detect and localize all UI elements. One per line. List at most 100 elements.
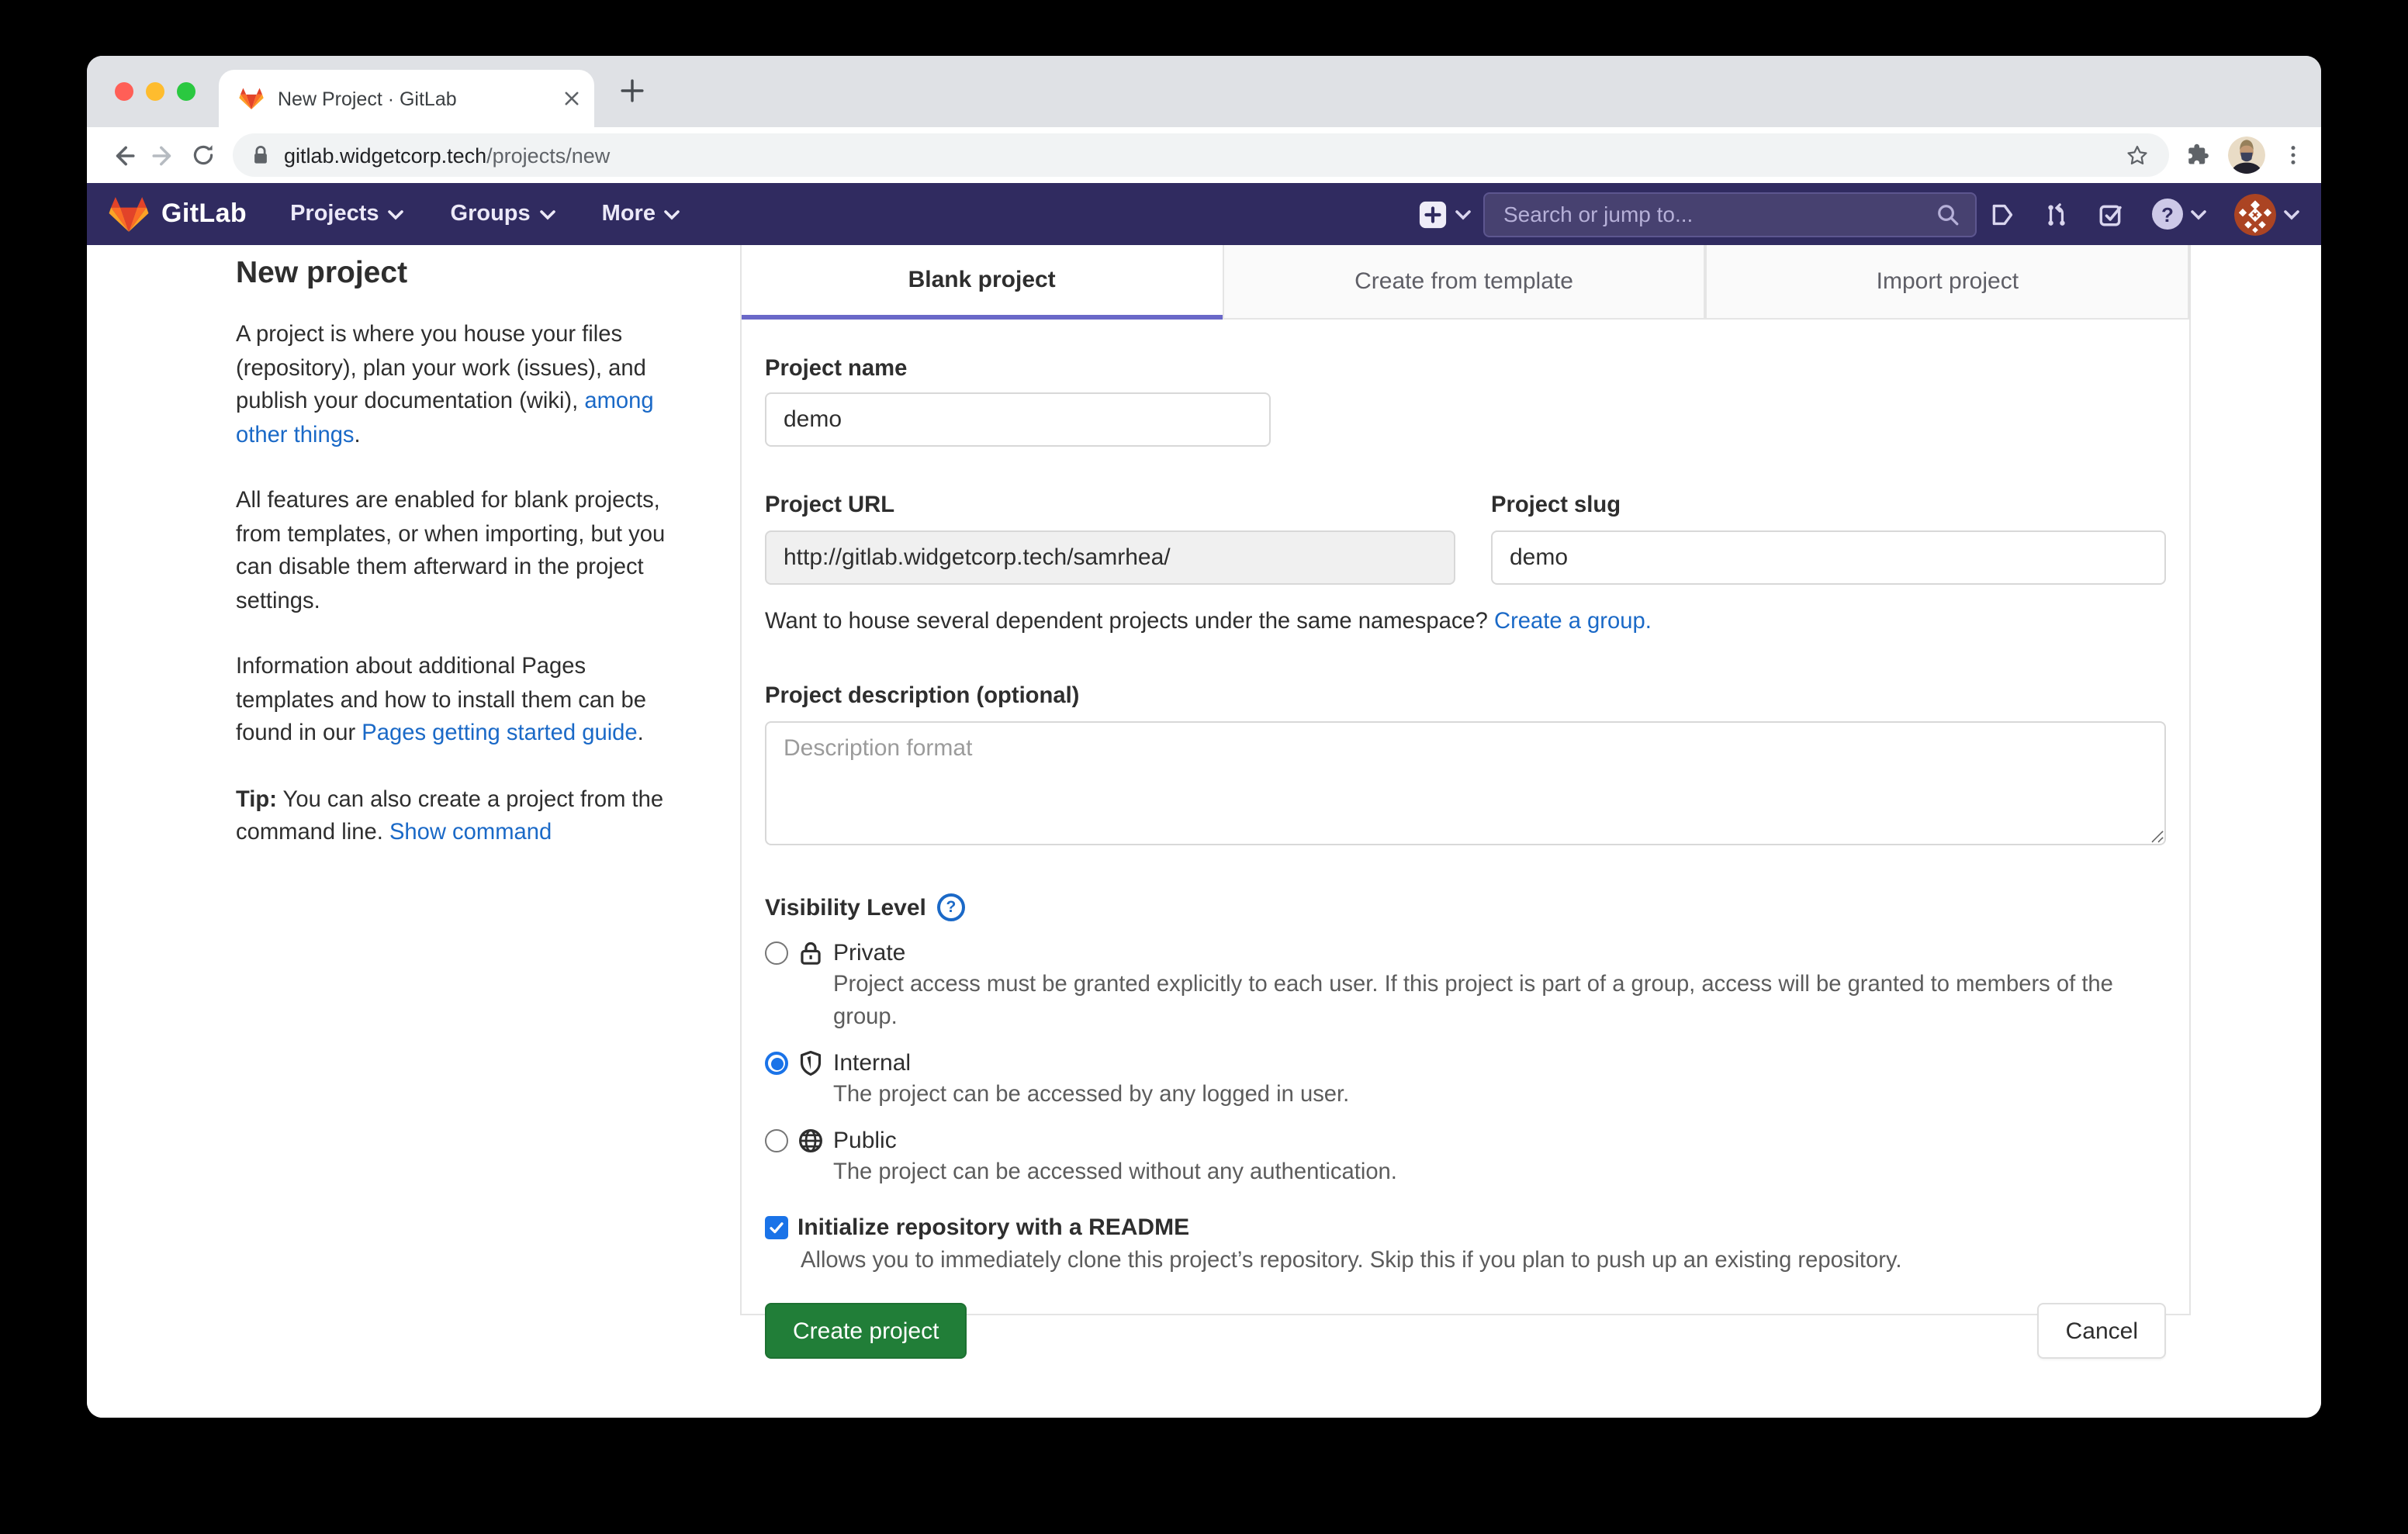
globe-icon [797,1128,824,1154]
new-project-panel: Blank project Create from template Impor… [740,245,2191,1315]
tab-close-icon[interactable] [565,92,579,105]
new-dropdown-button[interactable] [1418,199,1471,229]
tip-label: Tip: [236,787,277,812]
toolbar-right [2185,136,2306,174]
cancel-button[interactable]: Cancel [2038,1303,2166,1359]
bookmark-star-icon[interactable] [2124,142,2150,168]
internal-label: Internal [833,1050,911,1076]
sidebar-tip: Tip: You can also create a project from … [236,784,684,851]
lock-icon [797,940,824,966]
tab-blank-project[interactable]: Blank project [742,245,1222,320]
project-type-tabs: Blank project Create from template Impor… [742,245,2189,320]
chevron-down-icon [389,209,404,219]
gitlab-logo[interactable]: GitLab [109,195,247,233]
page-content: New project A project is where you house… [87,245,2321,1418]
gitlab-navbar: GitLab Projects Groups More [87,183,2321,245]
issues-icon[interactable] [1989,201,2015,227]
internal-radio[interactable] [765,1052,788,1075]
visibility-label-text: Visibility Level [765,894,926,921]
shield-icon [797,1050,824,1076]
hint-text: Want to house several dependent projects… [765,610,1494,634]
check-icon [768,1219,785,1236]
url-slug-row: Project URL Project slug [765,490,2166,585]
namespace-hint: Want to house several dependent projects… [765,610,2166,634]
browser-tab-strip: New Project · GitLab [87,56,2321,127]
pages-guide-link[interactable]: Pages getting started guide [362,721,637,746]
visibility-option-private: Private Project access must be granted e… [765,940,2166,1035]
search-input[interactable] [1500,200,1936,228]
project-url-input[interactable] [765,530,1455,585]
user-menu[interactable] [2234,193,2299,235]
global-search[interactable] [1483,192,1977,237]
navbar-right-icons: ? [1989,193,2299,235]
project-url-label: Project URL [765,490,1455,521]
page-sidebar: New project A project is where you house… [236,256,684,883]
plus-square-icon [1418,199,1448,229]
browser-window: New Project · GitLab [87,56,2321,1418]
visibility-level-label: Visibility Level ? [765,893,2166,921]
nav-menu-more-label: More [602,202,656,226]
private-radio[interactable] [765,941,788,965]
window-close-button[interactable] [115,82,133,101]
back-icon[interactable] [102,135,143,175]
window-zoom-button[interactable] [177,82,195,101]
url-path: /projects/new [486,143,610,167]
forward-icon[interactable] [143,135,183,175]
gitlab-wordmark: GitLab [161,199,247,230]
readme-checkbox[interactable] [765,1216,788,1239]
sidebar-paragraph: Information about additional Pages templ… [236,651,684,751]
project-name-input[interactable] [765,392,1271,447]
project-description-label: Project description (optional) [765,681,2166,712]
chevron-down-icon [2284,209,2299,219]
readme-label: Initialize repository with a README [797,1214,1189,1241]
create-project-button[interactable]: Create project [765,1303,967,1359]
browser-profile-avatar[interactable] [2228,136,2265,174]
navbar-menus: Projects Groups More [290,202,680,226]
project-slug-input[interactable] [1491,530,2166,585]
nav-menu-groups[interactable]: Groups [451,202,555,226]
address-bar[interactable]: gitlab.widgetcorp.tech/projects/new [233,133,2169,177]
chevron-down-icon [1455,209,1471,219]
help-glyph: ? [946,898,956,917]
public-radio[interactable] [765,1129,788,1152]
tab-create-from-template[interactable]: Create from template [1222,245,1705,320]
browser-tab[interactable]: New Project · GitLab [219,70,594,127]
url-text: gitlab.widgetcorp.tech/projects/new [284,143,610,167]
new-tab-icon[interactable] [621,79,644,102]
private-label: Private [833,940,905,966]
merge-requests-icon[interactable] [2043,201,2070,227]
chevron-down-icon [2191,209,2206,219]
window-minimize-button[interactable] [146,82,164,101]
project-name-label: Project name [765,354,2166,385]
gitlab-favicon-icon [239,87,264,110]
page-title: New project [236,256,684,292]
create-group-link[interactable]: Create a group. [1494,610,1652,634]
paragraph-text: . [355,423,361,447]
readme-option: Initialize repository with a README Allo… [765,1214,2166,1278]
url-host: gitlab.widgetcorp.tech [284,143,486,167]
gitlab-tanuki-icon [109,195,149,233]
browser-menu-kebab-icon[interactable] [2281,143,2306,168]
extensions-puzzle-icon[interactable] [2185,141,2213,169]
todos-icon[interactable] [2098,201,2124,227]
sidebar-paragraph: A project is where you house your files … [236,320,684,453]
help-menu[interactable]: ? [2152,199,2206,230]
help-glyph: ? [2161,202,2174,226]
chevron-down-icon [665,209,680,219]
tab-import-project[interactable]: Import project [1706,245,2189,320]
new-project-form: Project name Project URL Project slug Wa… [742,320,2189,1359]
visibility-help-icon[interactable]: ? [937,893,965,921]
project-description-textarea[interactable] [765,721,2166,845]
browser-toolbar: gitlab.widgetcorp.tech/projects/new [87,127,2321,183]
form-actions: Create project Cancel [765,1303,2166,1359]
nav-menu-projects[interactable]: Projects [290,202,403,226]
sidebar-paragraph: All features are enabled for blank proje… [236,485,684,619]
help-icon: ? [2152,199,2183,230]
chevron-down-icon [540,209,555,219]
search-icon [1936,202,1960,226]
paragraph-text: . [638,721,644,746]
public-label: Public [833,1128,897,1154]
nav-menu-more[interactable]: More [602,202,680,226]
reload-icon[interactable] [183,135,223,175]
show-command-link[interactable]: Show command [389,821,552,845]
